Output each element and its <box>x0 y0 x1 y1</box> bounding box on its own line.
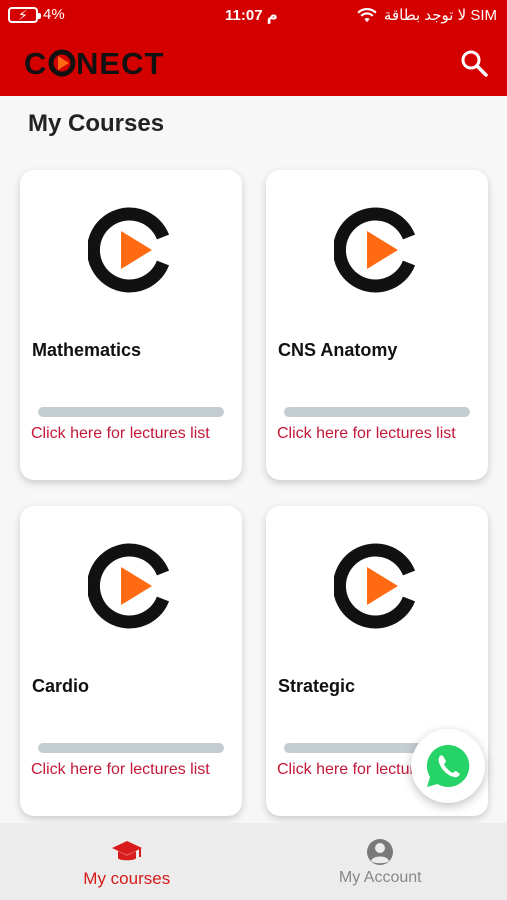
course-progress-bar <box>284 407 470 417</box>
lectures-list-link[interactable]: Click here for lectures list <box>277 425 456 443</box>
battery-indicator: ⚡ 4% <box>8 6 65 23</box>
bottom-navigation: My courses My Account <box>0 823 507 900</box>
whatsapp-icon <box>426 744 470 787</box>
course-name: Cardio <box>32 676 90 696</box>
course-name: Mathematics <box>32 340 142 360</box>
status-bar: ⚡ 4% 11:07 م لا توجد بطاقة SIM <box>0 0 507 32</box>
carrier-label: لا توجد بطاقة SIM <box>383 7 497 24</box>
svg-text:C: C <box>24 46 47 80</box>
search-icon[interactable] <box>459 48 489 78</box>
graduation-cap-icon <box>111 841 142 861</box>
page-title: My Courses <box>28 110 165 137</box>
course-card-cns-anatomy[interactable]: CNS Anatomy Click here for lectures list <box>266 170 488 480</box>
connect-logo: C NECT <box>24 46 164 80</box>
course-progress-bar <box>38 743 224 753</box>
course-name: Strategic <box>278 676 356 696</box>
lectures-list-link[interactable]: Click here for lectures list <box>31 425 210 443</box>
account-icon <box>367 839 394 865</box>
course-logo-icon <box>88 543 170 629</box>
status-time: 11:07 م <box>225 7 278 24</box>
whatsapp-button[interactable] <box>411 729 485 803</box>
battery-icon: ⚡ <box>8 6 41 23</box>
wifi-icon <box>357 8 377 23</box>
svg-text:NECT: NECT <box>76 46 164 80</box>
course-progress-bar <box>38 407 224 417</box>
course-card-mathematics[interactable]: Mathematics Click here for lectures list <box>20 170 242 480</box>
course-logo-icon <box>334 543 416 629</box>
course-card-cardio[interactable]: Cardio Click here for lectures list <box>20 506 242 816</box>
course-logo-icon <box>334 207 416 293</box>
lectures-list-link[interactable]: Click here for lectures list <box>31 761 210 779</box>
nav-my-courses[interactable]: My courses <box>0 823 254 900</box>
battery-level: 4% <box>43 6 65 23</box>
app-bar: C NECT <box>0 32 507 96</box>
carrier-status: لا توجد بطاقة SIM <box>356 6 497 24</box>
course-name: CNS Anatomy <box>278 340 398 360</box>
course-logo-icon <box>88 207 170 293</box>
main-content: My Courses Mathematics Click here for le… <box>0 96 507 823</box>
nav-label: My Account <box>338 869 422 886</box>
nav-my-account[interactable]: My Account <box>254 823 507 900</box>
nav-label: My courses <box>83 869 171 888</box>
